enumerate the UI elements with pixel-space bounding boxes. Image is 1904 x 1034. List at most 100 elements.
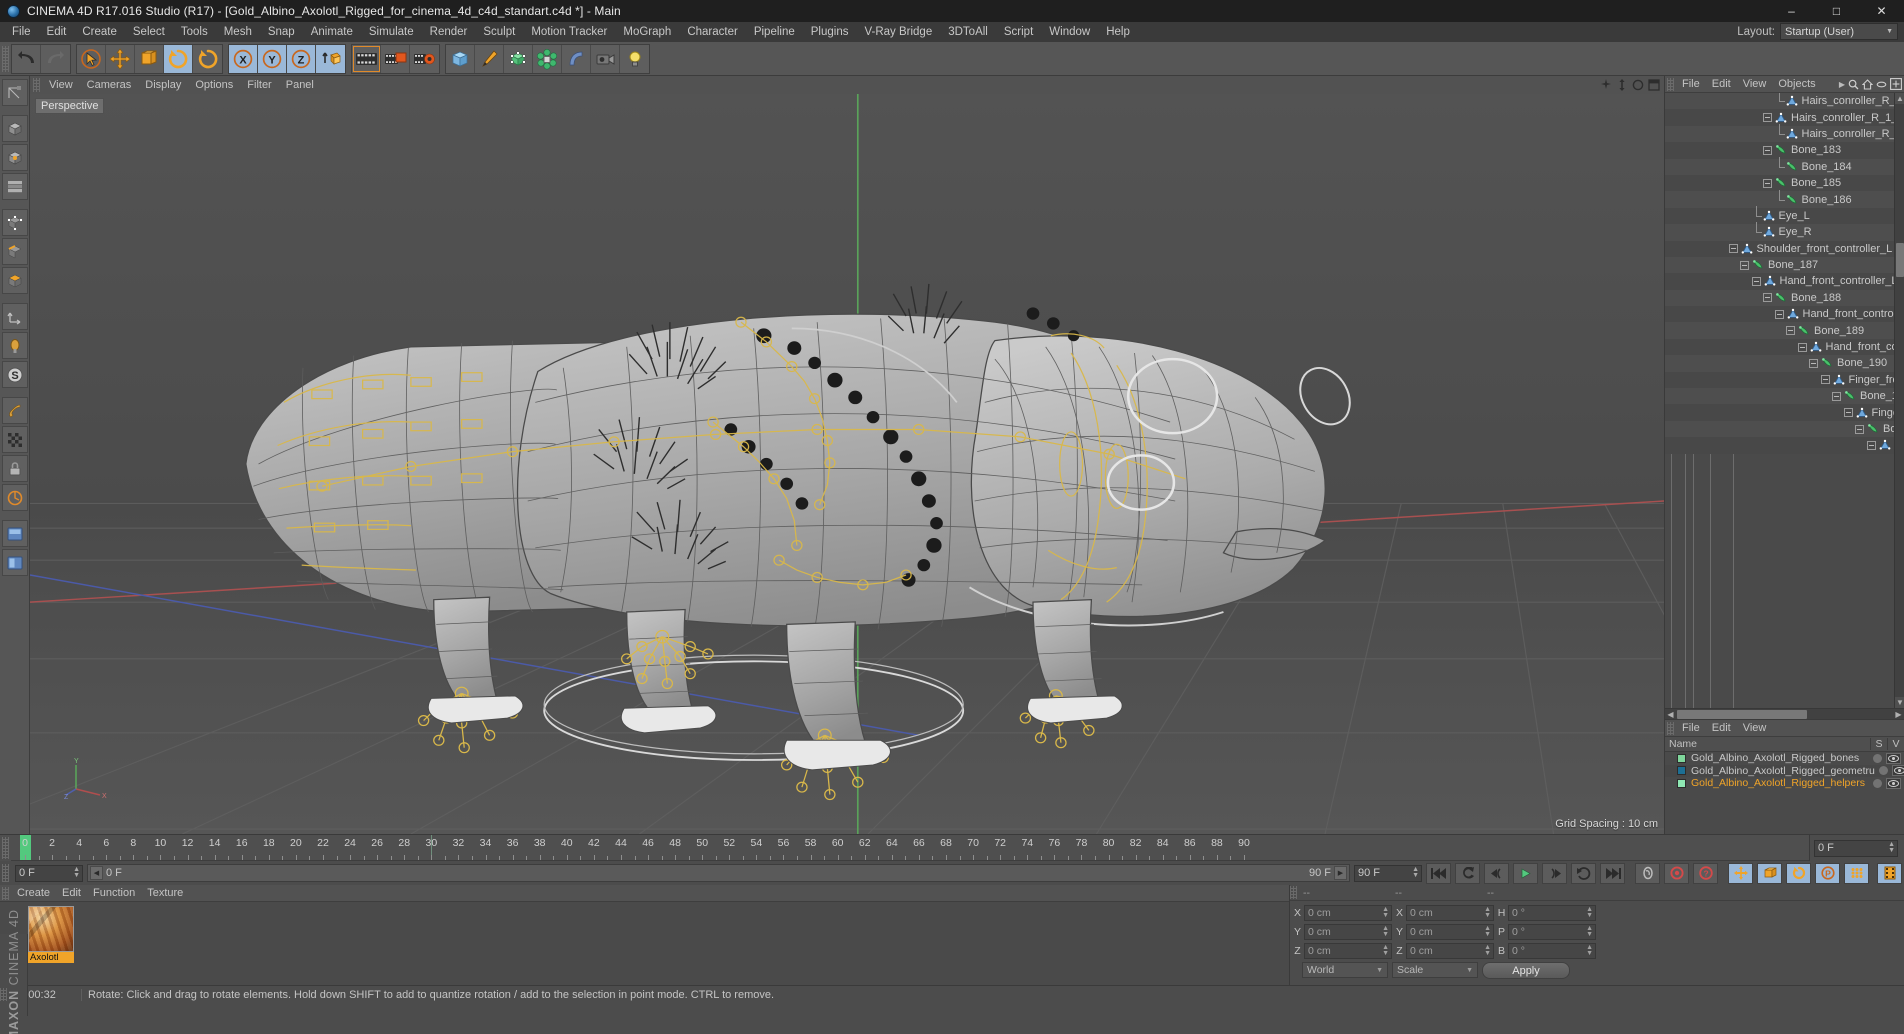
- object-tree-row[interactable]: Hand_front_controller_: [1665, 306, 1894, 323]
- menu-item-snap[interactable]: Snap: [260, 24, 303, 40]
- record-active-objects-button[interactable]: [1664, 862, 1689, 884]
- spinner-icon[interactable]: ▲ ▼: [1484, 944, 1491, 957]
- spinner-icon[interactable]: ▲ ▼: [73, 866, 80, 879]
- menu-item-motion-tracker[interactable]: Motion Tracker: [523, 24, 615, 40]
- menu-item-mograph[interactable]: MoGraph: [615, 24, 679, 40]
- go-to-end-button[interactable]: [1600, 862, 1625, 884]
- timeline-grip[interactable]: [2, 837, 9, 859]
- expand-collapse-toggle[interactable]: [1820, 375, 1830, 385]
- camera-object-button[interactable]: [591, 44, 620, 73]
- texture-mode-button[interactable]: [1, 173, 28, 200]
- expand-collapse-toggle[interactable]: [1786, 326, 1795, 336]
- layer-manager-menu-view[interactable]: View: [1737, 722, 1773, 734]
- home-icon[interactable]: [1862, 78, 1873, 90]
- object-tree-row[interactable]: Bone_189: [1665, 322, 1894, 339]
- lock-x-axis-button[interactable]: X: [229, 44, 258, 73]
- expand-collapse-toggle[interactable]: [1740, 260, 1749, 270]
- layer-solo-toggle[interactable]: [1878, 766, 1888, 776]
- object-tree-row[interactable]: Bone_186: [1665, 189, 1894, 208]
- expand-collapse-toggle[interactable]: [1797, 342, 1807, 352]
- expand-collapse-toggle[interactable]: [1763, 145, 1772, 155]
- tweak-mode-button[interactable]: [1, 332, 28, 359]
- model-mode-button[interactable]: [1, 115, 28, 142]
- object-tree-row[interactable]: Bone_184: [1665, 156, 1894, 175]
- object-tree-row[interactable]: Finger_front_c: [1665, 371, 1894, 389]
- range-end-field[interactable]: 90 F ▲ ▼: [1354, 864, 1422, 882]
- layer-solo-toggle[interactable]: [1873, 778, 1882, 788]
- viewport-menu-filter[interactable]: Filter: [240, 78, 278, 92]
- position-z-input[interactable]: 0 cm ▲ ▼: [1304, 943, 1392, 959]
- move-tool-button[interactable]: [106, 44, 135, 73]
- size-z-input[interactable]: 0 cm ▲ ▼: [1406, 943, 1494, 959]
- object-tree-row[interactable]: Bone_188: [1665, 289, 1894, 307]
- menu-item-plugins[interactable]: Plugins: [803, 24, 857, 40]
- object-tree-row[interactable]: Hairs_conroller_R_: [1665, 93, 1894, 110]
- material-manager-grip[interactable]: [2, 886, 9, 900]
- layer-visibility-toggle[interactable]: [1891, 765, 1904, 777]
- spinner-icon[interactable]: ▲ ▼: [1586, 944, 1593, 957]
- object-tree-scrollbar[interactable]: ▲ ▼: [1894, 93, 1904, 708]
- layer-visibility-toggle[interactable]: [1886, 777, 1901, 789]
- object-manager-menu-view[interactable]: View: [1737, 78, 1773, 90]
- spinner-icon[interactable]: ▲ ▼: [1412, 866, 1419, 879]
- viewport-menu-panel[interactable]: Panel: [279, 78, 321, 92]
- redo-button[interactable]: [41, 45, 70, 73]
- menu-item-select[interactable]: Select: [125, 24, 173, 40]
- add-layer-icon[interactable]: [1890, 78, 1902, 90]
- viewport-menu-grip[interactable]: [33, 78, 40, 92]
- spinner-icon[interactable]: ▲ ▼: [1586, 906, 1593, 919]
- object-tree-row[interactable]: Bone_190: [1665, 355, 1894, 372]
- workplane-button[interactable]: [1, 397, 28, 424]
- spinner-icon[interactable]: ▲ ▼: [1382, 906, 1389, 919]
- layer-manager-menu-file[interactable]: File: [1676, 722, 1706, 734]
- world-object-coords-button[interactable]: [316, 44, 345, 73]
- pen-spline-button[interactable]: [475, 44, 504, 73]
- menu-item-3dtoall[interactable]: 3DToAll: [940, 24, 996, 40]
- viewport-3d[interactable]: Perspective Grid Spacing : 10 cm Y X Z: [30, 94, 1664, 834]
- layout-view2-button[interactable]: [1, 549, 28, 576]
- go-to-previous-key-button[interactable]: [1455, 862, 1480, 884]
- menu-item-character[interactable]: Character: [679, 24, 746, 40]
- rotation-b-input[interactable]: 0 ° ▲ ▼: [1508, 943, 1596, 959]
- range-left-handle-icon[interactable]: ◀: [90, 866, 103, 880]
- lock-workplane-button[interactable]: [1, 455, 28, 482]
- autokeying-toggle-button[interactable]: [1635, 862, 1660, 884]
- menu-item-file[interactable]: File: [4, 24, 39, 40]
- spinner-icon[interactable]: ▲ ▼: [1888, 841, 1895, 854]
- expand-collapse-toggle[interactable]: [1832, 391, 1841, 401]
- minimize-button[interactable]: –: [1769, 0, 1814, 22]
- scale-tool-button[interactable]: [135, 44, 164, 73]
- axis-lock-tool-button[interactable]: [1, 303, 28, 330]
- menu-item-mesh[interactable]: Mesh: [216, 24, 260, 40]
- menu-item-render[interactable]: Render: [422, 24, 476, 40]
- play-next-button[interactable]: [1542, 862, 1567, 884]
- rotate-alt-tool-button[interactable]: [193, 45, 222, 73]
- play-backwards-button[interactable]: [1484, 862, 1509, 884]
- menu-item-pipeline[interactable]: Pipeline: [746, 24, 803, 40]
- scroll-left-arrow-icon[interactable]: ◀: [1665, 709, 1676, 720]
- layer-row[interactable]: Gold_Albino_Axolotl_Rigged_helpers: [1665, 777, 1904, 790]
- position-x-input[interactable]: 0 cm ▲ ▼: [1304, 905, 1392, 921]
- menu-item-help[interactable]: Help: [1098, 24, 1138, 40]
- viewport-menu-options[interactable]: Options: [188, 78, 240, 92]
- key-scale-button[interactable]: [1757, 862, 1782, 884]
- key-point-level-button[interactable]: [1844, 862, 1869, 884]
- viewport-menu-cameras[interactable]: Cameras: [80, 78, 139, 92]
- texture-axis-tool-button[interactable]: [1, 79, 28, 106]
- close-button[interactable]: ✕: [1859, 0, 1904, 22]
- expand-collapse-toggle[interactable]: [1843, 408, 1853, 418]
- loop-button[interactable]: [1571, 862, 1596, 884]
- layer-color-swatch[interactable]: [1677, 766, 1686, 776]
- layer-row[interactable]: Gold_Albino_Axolotl_Rigged_bones: [1665, 752, 1904, 765]
- object-manager-menu-edit[interactable]: Edit: [1706, 78, 1737, 90]
- object-mode-button[interactable]: [1, 144, 28, 171]
- object-tree-row[interactable]: Bone_19: [1665, 420, 1894, 438]
- object-tree-row[interactable]: Eye_R: [1665, 222, 1894, 241]
- object-manager-grip[interactable]: [1667, 77, 1674, 91]
- object-manager-tree[interactable]: Hairs_conroller_R_ Hairs_conroller_R_1_0 H…: [1665, 93, 1904, 708]
- apply-button[interactable]: Apply: [1482, 962, 1570, 979]
- autokeying-button[interactable]: ?: [1693, 862, 1718, 884]
- menu-item-simulate[interactable]: Simulate: [361, 24, 422, 40]
- material-manager-menu-function[interactable]: Function: [87, 887, 141, 899]
- viewport-menu-view[interactable]: View: [42, 78, 80, 92]
